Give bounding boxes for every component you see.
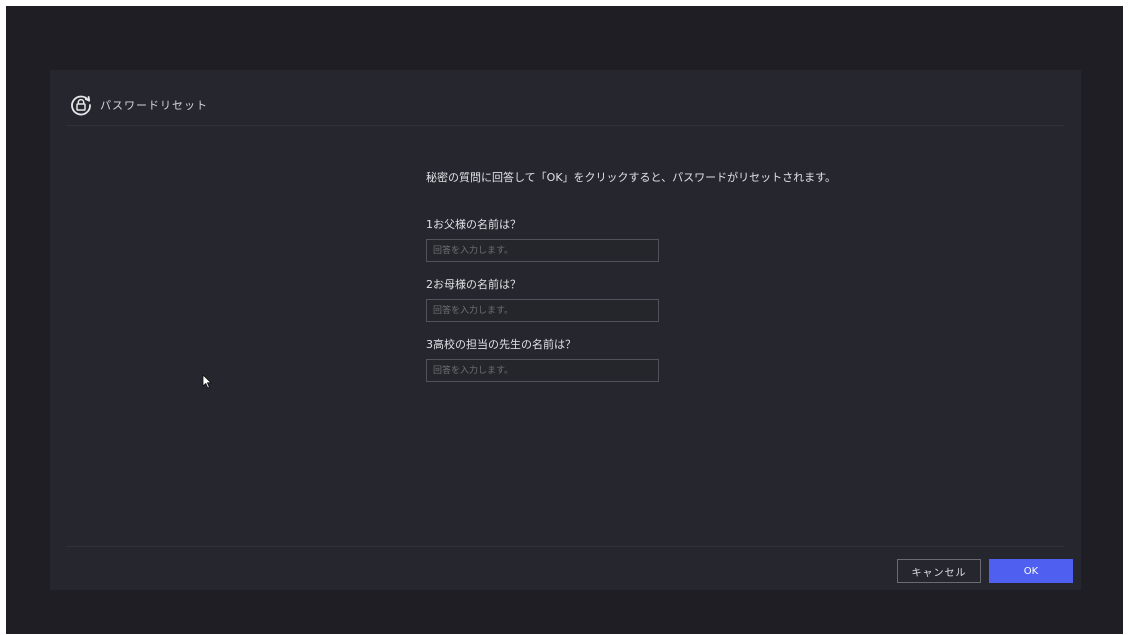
instruction-text: 秘密の質問に回答して「OK」をクリックすると、パスワードがリセットされます。	[426, 171, 836, 184]
answer-1-input[interactable]	[426, 239, 659, 262]
answer-3-input[interactable]	[426, 359, 659, 382]
dialog-title: パスワードリセット	[100, 99, 208, 112]
dialog-header: パスワードリセット	[50, 70, 1081, 125]
question-1-label: 1お父様の名前は？	[426, 218, 521, 231]
ok-button[interactable]: OK	[989, 559, 1073, 583]
question-3-label: 3高校の担当の先生の名前は？	[426, 338, 576, 351]
footer-divider	[66, 546, 1064, 547]
lock-reset-icon	[71, 95, 91, 116]
screen-background: パスワードリセット 秘密の質問に回答して「OK」をクリックすると、パスワードがリ…	[6, 6, 1123, 634]
header-divider	[66, 125, 1064, 126]
question-2-label: 2お母様の名前は？	[426, 278, 521, 291]
password-reset-dialog: パスワードリセット 秘密の質問に回答して「OK」をクリックすると、パスワードがリ…	[50, 70, 1081, 590]
mouse-cursor-icon	[202, 374, 212, 389]
answer-2-input[interactable]	[426, 299, 659, 322]
cancel-button[interactable]: キャンセル	[897, 559, 981, 583]
